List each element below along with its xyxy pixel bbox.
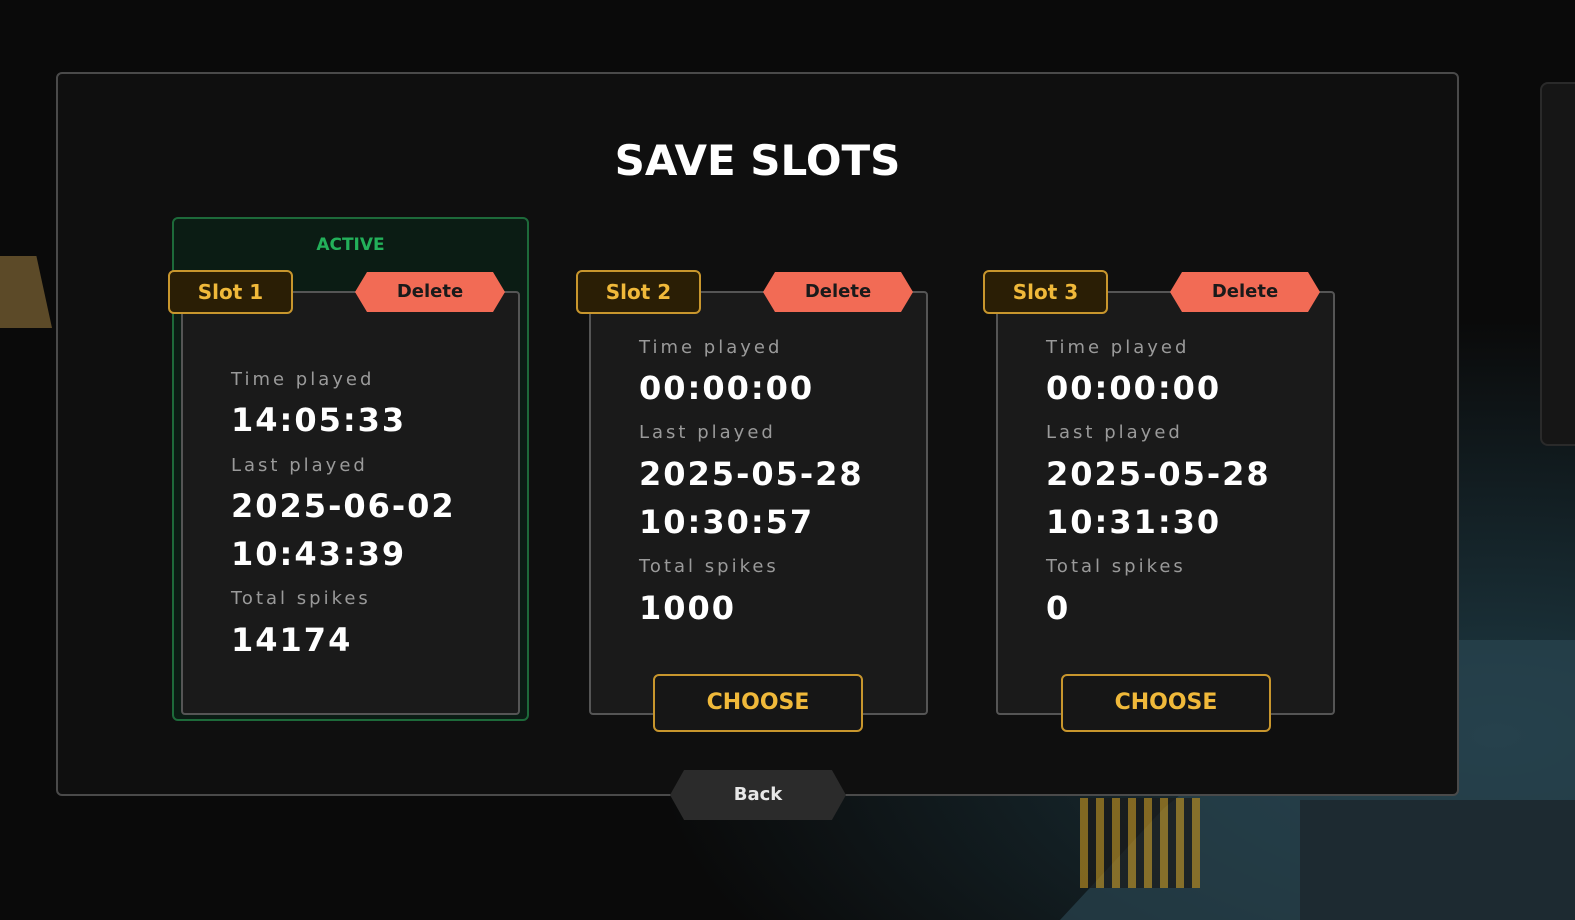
last-played-label: Last played <box>231 455 368 476</box>
total-spikes-value: 0 <box>1046 589 1071 627</box>
total-spikes-label: Total spikes <box>1046 556 1186 577</box>
delete-button-slot-2[interactable]: Delete <box>763 272 913 312</box>
last-played-time: 10:30:57 <box>639 503 815 541</box>
background-right-panel <box>1540 82 1575 446</box>
total-spikes-label: Total spikes <box>639 556 779 577</box>
slot-tag-2: Slot 2 <box>576 270 701 314</box>
time-played-value: 00:00:00 <box>639 369 815 407</box>
time-played-value: 14:05:33 <box>231 401 407 439</box>
last-played-time: 10:31:30 <box>1046 503 1222 541</box>
last-played-label: Last played <box>639 422 776 443</box>
time-played-label: Time played <box>231 369 375 390</box>
active-label: ACTIVE <box>316 235 385 255</box>
last-played-date: 2025-06-02 <box>231 487 456 525</box>
last-played-date: 2025-05-28 <box>639 455 864 493</box>
delete-button-slot-1[interactable]: Delete <box>355 272 505 312</box>
total-spikes-value: 1000 <box>639 589 737 627</box>
last-played-date: 2025-05-28 <box>1046 455 1271 493</box>
last-played-label: Last played <box>1046 422 1183 443</box>
background-hazard-stripes <box>1080 798 1200 888</box>
time-played-value: 00:00:00 <box>1046 369 1222 407</box>
slot-tag-1: Slot 1 <box>168 270 293 314</box>
slot-tag-3: Slot 3 <box>983 270 1108 314</box>
back-button[interactable]: Back <box>670 770 846 820</box>
time-played-label: Time played <box>1046 337 1190 358</box>
background-floor-shadow <box>1300 800 1575 920</box>
choose-button-slot-2[interactable]: CHOOSE <box>653 674 863 732</box>
last-played-time: 10:43:39 <box>231 535 407 573</box>
total-spikes-value: 14174 <box>231 621 353 659</box>
dialog-title: SAVE SLOTS <box>614 136 901 185</box>
total-spikes-label: Total spikes <box>231 588 371 609</box>
choose-button-slot-3[interactable]: CHOOSE <box>1061 674 1271 732</box>
delete-button-slot-3[interactable]: Delete <box>1170 272 1320 312</box>
time-played-label: Time played <box>639 337 783 358</box>
